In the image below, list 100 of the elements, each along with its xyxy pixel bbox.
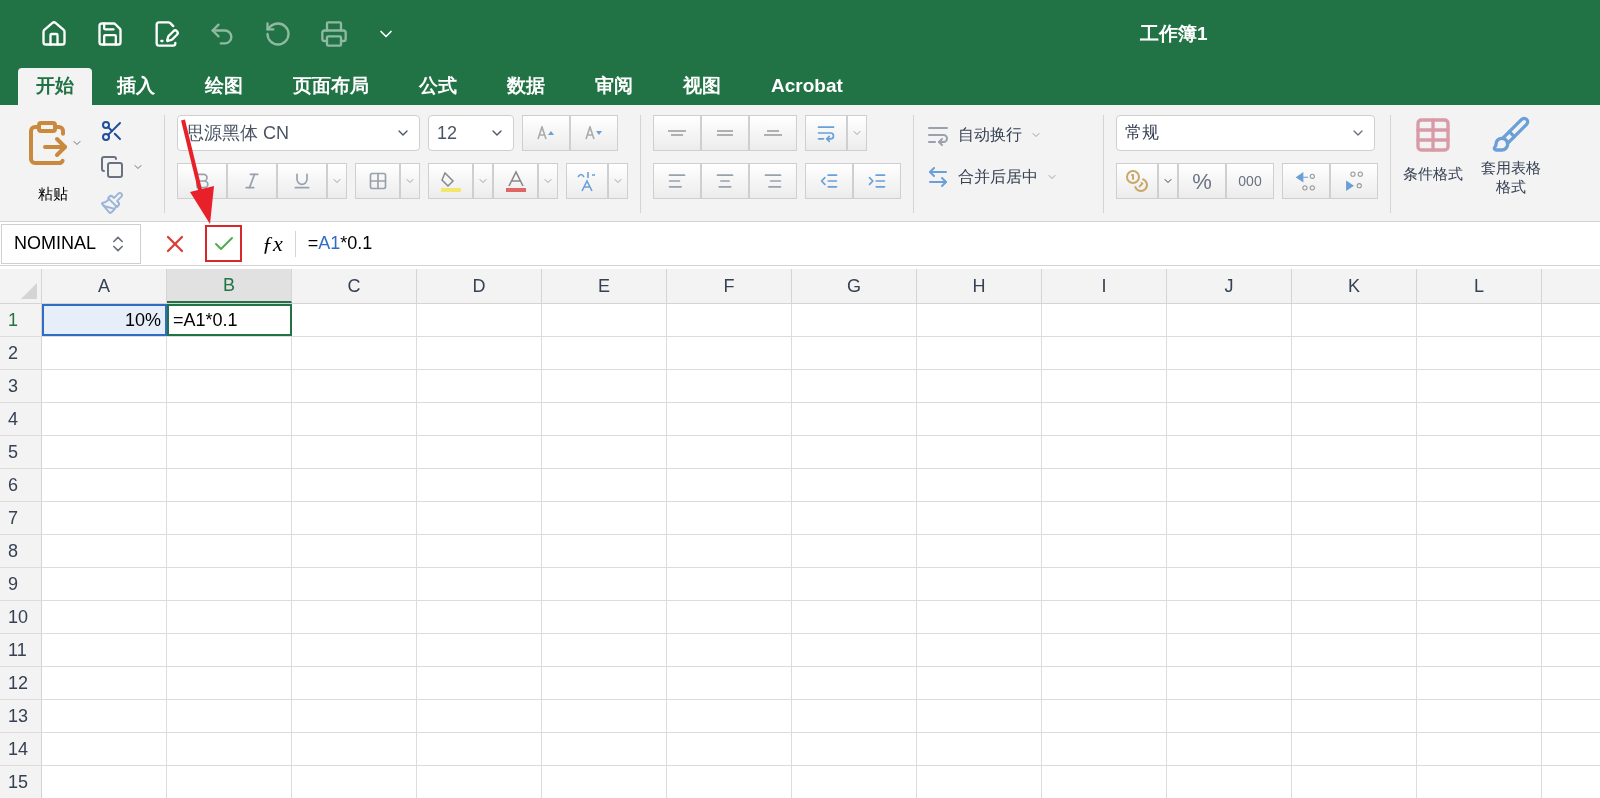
row-header[interactable]: 12 <box>0 667 42 699</box>
table-format-button[interactable]: 套用表格格式 <box>1479 115 1543 197</box>
ribbon-tab[interactable]: 绘图 <box>180 68 268 105</box>
increase-decimal-button[interactable] <box>1282 163 1330 199</box>
decrease-decimal-icon <box>1343 171 1365 191</box>
enter-button[interactable] <box>205 225 242 262</box>
increase-indent-button[interactable] <box>853 163 901 199</box>
row-header[interactable]: 4 <box>0 403 42 435</box>
font-color-icon <box>503 169 528 193</box>
merge-icon <box>926 165 950 189</box>
decrease-font-size-button[interactable] <box>570 115 618 151</box>
row-header[interactable]: 1 <box>0 304 42 336</box>
font-shrink-icon <box>585 126 603 140</box>
column-header[interactable]: L <box>1417 269 1542 303</box>
comma-style-button[interactable]: 000 <box>1226 163 1274 199</box>
column-header[interactable]: I <box>1042 269 1167 303</box>
align-left-icon <box>667 171 687 191</box>
align-right-button[interactable] <box>749 163 797 199</box>
row-header[interactable]: 8 <box>0 535 42 567</box>
row-header[interactable]: 3 <box>0 370 42 402</box>
paste-label[interactable]: 粘贴 <box>38 183 68 206</box>
table-icon <box>1413 115 1453 155</box>
percent-button[interactable]: % <box>1178 163 1226 199</box>
row-header[interactable]: 11 <box>0 634 42 666</box>
home-icon[interactable] <box>40 20 68 48</box>
window-title: 工作簿1 <box>1140 21 1208 46</box>
column-header[interactable]: D <box>417 269 542 303</box>
increase-indent-icon <box>867 171 887 191</box>
conditional-format-button[interactable]: 条件格式 <box>1403 115 1463 197</box>
row-header[interactable]: 15 <box>0 766 42 798</box>
column-header[interactable]: F <box>667 269 792 303</box>
save-icon[interactable] <box>96 20 124 48</box>
orientation-options-button[interactable] <box>847 115 867 151</box>
row-header[interactable]: 2 <box>0 337 42 369</box>
table-cell[interactable]: =A1*0.1 <box>167 304 292 336</box>
merge-center-button[interactable]: 合并后居中 <box>926 165 1091 189</box>
ribbon-tab[interactable]: 审阅 <box>570 68 658 105</box>
row-header[interactable]: 9 <box>0 568 42 600</box>
column-header[interactable]: C <box>292 269 417 303</box>
align-top-button[interactable] <box>653 115 701 151</box>
row-header[interactable]: 5 <box>0 436 42 468</box>
column-header[interactable]: J <box>1167 269 1292 303</box>
ribbon-tab[interactable]: 视图 <box>658 68 746 105</box>
copy-icon[interactable] <box>100 155 124 179</box>
coins-icon <box>1125 169 1149 193</box>
column-header[interactable]: B <box>167 269 292 303</box>
font-color-options-button[interactable] <box>538 163 558 199</box>
decrease-decimal-button[interactable] <box>1330 163 1378 199</box>
orientation-button[interactable] <box>805 115 847 151</box>
decrease-indent-button[interactable] <box>805 163 853 199</box>
row-header[interactable]: 6 <box>0 469 42 501</box>
align-center-icon <box>715 171 735 191</box>
column-header[interactable]: G <box>792 269 917 303</box>
font-color-button[interactable] <box>493 163 538 199</box>
number-format-dropdown[interactable]: 常规 <box>1116 115 1375 151</box>
accounting-format-button[interactable] <box>1116 163 1158 199</box>
phonetic-guide-button[interactable] <box>566 163 608 199</box>
table-cell[interactable]: 10% <box>42 304 167 336</box>
align-right-icon <box>763 171 783 191</box>
row-header[interactable]: 14 <box>0 733 42 765</box>
format-painter-icon[interactable] <box>100 191 124 215</box>
decrease-indent-icon <box>819 171 839 191</box>
column-header[interactable]: E <box>542 269 667 303</box>
fill-color-options-button[interactable] <box>473 163 493 199</box>
borders-options-button[interactable] <box>400 163 420 199</box>
insert-function-button[interactable]: ƒx <box>262 227 283 260</box>
ribbon-tab[interactable]: 开始 <box>18 68 92 105</box>
ribbon-tab[interactable]: Acrobat <box>746 68 868 105</box>
name-box[interactable]: NOMINAL <box>1 223 141 264</box>
ribbon-tab[interactable]: 页面布局 <box>268 68 394 105</box>
column-header[interactable]: K <box>1292 269 1417 303</box>
formula-field[interactable]: =A1*0.1 <box>307 230 373 257</box>
align-bottom-button[interactable] <box>749 115 797 151</box>
fill-color-button[interactable] <box>428 163 473 199</box>
select-all-icon[interactable] <box>21 283 37 299</box>
font-grow-icon <box>537 126 555 140</box>
redo-icon[interactable] <box>264 20 292 48</box>
ribbon-tab[interactable]: 公式 <box>394 68 482 105</box>
ribbon-tab[interactable]: 数据 <box>482 68 570 105</box>
italic-icon <box>242 171 262 191</box>
phonetic-options-button[interactable] <box>608 163 628 199</box>
row-header[interactable]: 13 <box>0 700 42 732</box>
increase-decimal-icon <box>1295 171 1317 191</box>
paint-bucket-icon <box>438 169 463 193</box>
underline-button[interactable] <box>277 163 327 199</box>
accounting-options-button[interactable] <box>1158 163 1178 199</box>
borders-button[interactable] <box>355 163 400 199</box>
print-icon[interactable] <box>320 20 348 48</box>
wrap-text-button[interactable]: 自动换行 <box>926 123 1091 147</box>
align-middle-button[interactable] <box>701 115 749 151</box>
font-size-dropdown[interactable]: 12 <box>428 115 514 151</box>
cut-icon[interactable] <box>100 119 124 143</box>
row-header[interactable]: 10 <box>0 601 42 633</box>
column-header[interactable]: H <box>917 269 1042 303</box>
align-center-button[interactable] <box>701 163 749 199</box>
align-left-button[interactable] <box>653 163 701 199</box>
row-header[interactable]: 7 <box>0 502 42 534</box>
ribbon-tab[interactable]: 插入 <box>92 68 180 105</box>
increase-font-size-button[interactable] <box>522 115 570 151</box>
underline-options-button[interactable] <box>327 163 347 199</box>
